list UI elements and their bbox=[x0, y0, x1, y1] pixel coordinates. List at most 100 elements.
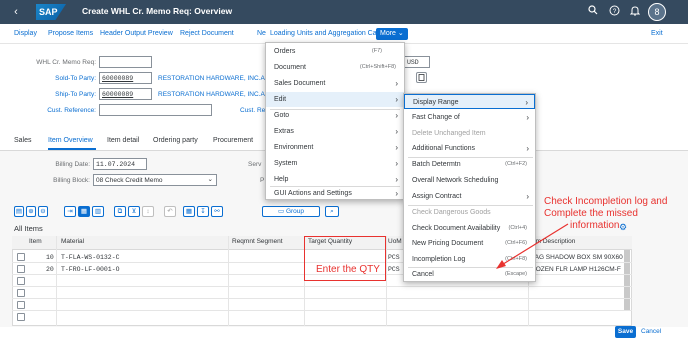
sap-logo[interactable]: SAP bbox=[36, 4, 66, 20]
remove-icon[interactable]: ⊖ bbox=[38, 206, 48, 217]
uom-cell[interactable]: PCS bbox=[388, 254, 400, 261]
uom-cell[interactable]: PCS bbox=[388, 266, 400, 273]
tab-sales[interactable]: Sales bbox=[14, 137, 32, 144]
menu-item-label: GUI Actions and Settings bbox=[274, 190, 352, 197]
tab-item-detail[interactable]: Item detail bbox=[107, 137, 139, 144]
cancel-button[interactable]: Cancel bbox=[641, 328, 661, 335]
menu-item-label: Assign Contract bbox=[412, 193, 462, 200]
sold-to-label[interactable]: Sold-To Party: bbox=[30, 75, 96, 82]
back-icon[interactable]: ‹ bbox=[8, 4, 24, 20]
tab-procurement[interactable]: Procurement bbox=[213, 137, 253, 144]
row-checkbox[interactable] bbox=[17, 289, 25, 297]
billing-block-value: 08 Check Credit Memo bbox=[96, 177, 163, 184]
display-button[interactable]: Display bbox=[14, 30, 37, 37]
menu-item-additional-functions[interactable]: Additional Functions › bbox=[404, 141, 535, 156]
net-button-fragment[interactable]: Ne bbox=[257, 30, 266, 37]
menu-item-label: Check Dangerous Goods bbox=[412, 209, 491, 216]
menu-item-check-dangerous-goods[interactable]: Check Dangerous Goods bbox=[404, 205, 535, 220]
shell-bar: ‹ SAP Create WHL Cr. Memo Req: Overview … bbox=[0, 0, 688, 24]
material-cell[interactable]: T-FRO-LF-0001-O bbox=[61, 266, 120, 273]
search-icon[interactable] bbox=[586, 5, 600, 19]
menu-item-label: Extras bbox=[274, 128, 294, 135]
undo-icon[interactable]: ↶ bbox=[164, 206, 176, 217]
reject-document-button[interactable]: Reject Document bbox=[180, 30, 234, 37]
row-checkbox[interactable] bbox=[17, 277, 25, 285]
menu-item-network-scheduling[interactable]: Overall Network Scheduling bbox=[404, 173, 535, 188]
menu-item-system[interactable]: System › bbox=[266, 156, 404, 171]
item-number: 20 bbox=[46, 266, 54, 273]
table-settings-icon[interactable]: ▦ bbox=[183, 206, 195, 217]
gear-icon[interactable]: ⚙ bbox=[619, 222, 627, 233]
billing-block-select[interactable]: 08 Check Credit Memo ⌄ bbox=[93, 174, 217, 186]
menu-item-label: Orders bbox=[274, 48, 296, 55]
menu-item-label: Document bbox=[274, 64, 306, 71]
menu-item-goto[interactable]: Goto › bbox=[266, 108, 404, 123]
memo-req-input[interactable] bbox=[99, 56, 152, 68]
tab-ordering-party[interactable]: Ordering party bbox=[153, 137, 198, 144]
link-icon[interactable]: ⚯ bbox=[211, 206, 223, 217]
sold-to-input[interactable]: 60000089 bbox=[99, 72, 152, 84]
more-button[interactable]: More ⌄ bbox=[376, 28, 408, 40]
filter-icon[interactable]: ⊻ bbox=[128, 206, 140, 217]
save-button[interactable]: Save bbox=[615, 326, 636, 338]
menu-item-assign-contract[interactable]: Assign Contract › bbox=[404, 189, 535, 204]
currency-input[interactable]: USD bbox=[404, 56, 430, 68]
billing-date-input[interactable]: 11.07.2024 bbox=[93, 158, 147, 170]
cust-ref-fragment[interactable]: Cust. Re bbox=[240, 107, 266, 114]
menu-item-document[interactable]: Document (Ctrl+Shift+F8) bbox=[266, 60, 404, 75]
exit-button[interactable]: Exit bbox=[651, 30, 663, 37]
ship-to-input[interactable]: 60000089 bbox=[99, 88, 152, 100]
row-checkbox[interactable] bbox=[17, 265, 25, 273]
menu-item-display-range[interactable]: Display Range › bbox=[404, 94, 535, 109]
col-item[interactable]: Item bbox=[29, 238, 42, 245]
help-icon[interactable]: ? bbox=[607, 5, 621, 19]
ship-to-label[interactable]: Ship-To Party: bbox=[30, 91, 96, 98]
grid-icon[interactable]: ▦ bbox=[78, 206, 90, 217]
sort-icon[interactable]: ↕ bbox=[142, 206, 154, 217]
menu-item-delete-unchanged[interactable]: Delete Unchanged Item bbox=[404, 126, 535, 141]
row-divider bbox=[12, 286, 632, 287]
bell-icon[interactable] bbox=[628, 5, 642, 19]
menu-item-fast-change[interactable]: Fast Change of › bbox=[404, 110, 535, 125]
copy-icon[interactable]: ⧉ bbox=[114, 206, 126, 217]
col-material[interactable]: Material bbox=[61, 238, 84, 245]
group-label: Group bbox=[285, 208, 305, 215]
col-reqmnt-segment[interactable]: Reqmnt Segment bbox=[232, 238, 283, 245]
menu-item-orders[interactable]: Orders (F7) bbox=[266, 44, 404, 59]
menu-item-extras[interactable]: Extras › bbox=[266, 124, 404, 139]
details-icon[interactable]: ▤ bbox=[14, 206, 24, 217]
row-checkbox[interactable] bbox=[17, 253, 25, 261]
col-uom[interactable]: UoM bbox=[388, 238, 402, 245]
chevron-right-icon: › bbox=[395, 189, 398, 198]
columns-icon[interactable]: ▥ bbox=[92, 206, 104, 217]
menu-item-environment[interactable]: Environment › bbox=[266, 140, 404, 155]
add-icon[interactable]: ⊕ bbox=[26, 206, 36, 217]
avatar[interactable]: 8 bbox=[648, 3, 666, 21]
menu-item-help[interactable]: Help › bbox=[266, 172, 404, 187]
menu-item-label: System bbox=[274, 160, 298, 167]
row-checkbox[interactable] bbox=[17, 301, 25, 309]
document-flow-icon[interactable] bbox=[416, 72, 427, 83]
app-title: Create WHL Cr. Memo Req: Overview bbox=[82, 6, 233, 16]
serv-fragment: Serv bbox=[248, 161, 262, 168]
scrollbar[interactable] bbox=[624, 250, 630, 310]
menu-item-label: Check Document Availability bbox=[412, 225, 501, 232]
header-output-preview-button[interactable]: Header Output Preview bbox=[100, 30, 173, 37]
tab-item-overview[interactable]: Item Overview bbox=[48, 137, 93, 144]
menu-item-label: Display Range bbox=[413, 99, 459, 106]
row-checkbox[interactable] bbox=[17, 313, 25, 321]
sort-az-icon[interactable]: ↧ bbox=[197, 206, 209, 217]
propose-items-button[interactable]: Propose Items bbox=[48, 30, 93, 37]
menu-item-sales-document[interactable]: Sales Document › bbox=[266, 76, 404, 91]
group-button[interactable]: ▭ Group bbox=[262, 206, 320, 217]
cust-ref-input[interactable] bbox=[99, 104, 212, 116]
cust-ref-label[interactable]: Cust. Reference: bbox=[30, 107, 96, 114]
search-icon[interactable]: ⌕ bbox=[325, 206, 339, 217]
menu-item-batch-determtn[interactable]: Batch Determtn (Ctrl+F2) bbox=[404, 157, 535, 172]
menu-item-gui-actions[interactable]: GUI Actions and Settings › bbox=[266, 186, 404, 201]
insert-row-icon[interactable]: ⇥ bbox=[64, 206, 76, 217]
menu-item-label: Edit bbox=[274, 96, 287, 103]
annotation-incompletion-1: Check Incompletion log and bbox=[544, 196, 668, 207]
menu-item-edit[interactable]: Edit › bbox=[266, 92, 404, 107]
material-cell[interactable]: T-FLA-WS-0132-C bbox=[61, 254, 120, 261]
